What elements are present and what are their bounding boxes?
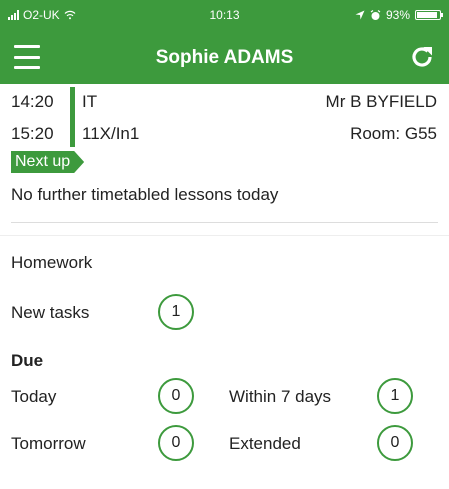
lesson-time: 14:20: [11, 92, 54, 111]
lesson-room: Room: G55: [350, 124, 437, 143]
today-label: Today: [11, 387, 57, 406]
refresh-icon[interactable]: [407, 42, 437, 72]
new-tasks-count[interactable]: 1: [158, 294, 194, 330]
lesson-class: 11X/In1: [82, 124, 140, 143]
status-right: 93%: [355, 8, 443, 22]
page-title: Sophie ADAMS: [155, 47, 294, 68]
tomorrow-count[interactable]: 0: [158, 425, 194, 461]
today-count[interactable]: 0: [158, 378, 194, 414]
divider: [0, 235, 449, 236]
location-arrow-icon: [355, 10, 365, 20]
alarm-icon: [370, 9, 381, 20]
lesson-teacher: Mr B BYFIELD: [325, 92, 437, 111]
within-7-days-count[interactable]: 1: [377, 378, 413, 414]
battery-fill: [417, 12, 438, 18]
battery-percent: 93%: [385, 8, 410, 22]
nav-bar: Sophie ADAMS: [0, 32, 449, 84]
extended-count[interactable]: 0: [377, 425, 413, 461]
tomorrow-label: Tomorrow: [11, 434, 86, 453]
divider: [11, 222, 438, 223]
homework-heading: Homework: [11, 253, 93, 272]
lesson-row[interactable]: 15:20 11X/In1 Room: G55: [0, 121, 449, 147]
phone-screen: O2-UK 10:13 93% Sophie ADAMS 14:20 IT Mr…: [0, 0, 449, 489]
no-lessons-message: No further timetabled lessons today: [11, 185, 279, 204]
lesson-subject: IT: [82, 92, 98, 111]
next-up-badge: Next up: [11, 151, 84, 173]
battery-icon: [415, 10, 443, 20]
extended-label: Extended: [229, 434, 301, 453]
lesson-row[interactable]: 14:20 IT Mr B BYFIELD: [0, 89, 449, 115]
status-bar: O2-UK 10:13 93%: [0, 0, 449, 32]
within-7-days-label: Within 7 days: [229, 387, 332, 406]
lesson-time: 15:20: [11, 124, 54, 143]
due-heading: Due: [11, 351, 44, 370]
new-tasks-label: New tasks: [11, 303, 90, 322]
